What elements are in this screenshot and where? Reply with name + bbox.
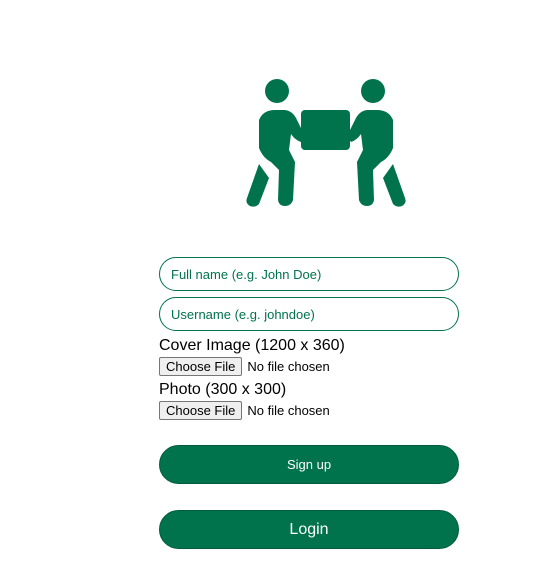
- cover-image-label: Cover Image (1200 x 360): [159, 337, 345, 354]
- full-name-input[interactable]: [159, 257, 459, 291]
- cover-image-choose-file-button[interactable]: Choose File: [159, 356, 243, 376]
- login-button[interactable]: Login: [159, 510, 459, 549]
- people-carrying-box-icon: [245, 78, 407, 208]
- photo-file-status: No file chosen: [247, 402, 330, 418]
- cover-image-file-input[interactable]: Choose File No file chosen: [159, 356, 330, 376]
- username-input[interactable]: [159, 297, 459, 331]
- signup-button[interactable]: Sign up: [159, 445, 459, 484]
- photo-file-input[interactable]: Choose File No file chosen: [159, 400, 330, 420]
- photo-label: Photo (300 x 300): [159, 381, 287, 398]
- photo-choose-file-button[interactable]: Choose File: [159, 400, 243, 420]
- cover-image-file-status: No file chosen: [247, 358, 330, 374]
